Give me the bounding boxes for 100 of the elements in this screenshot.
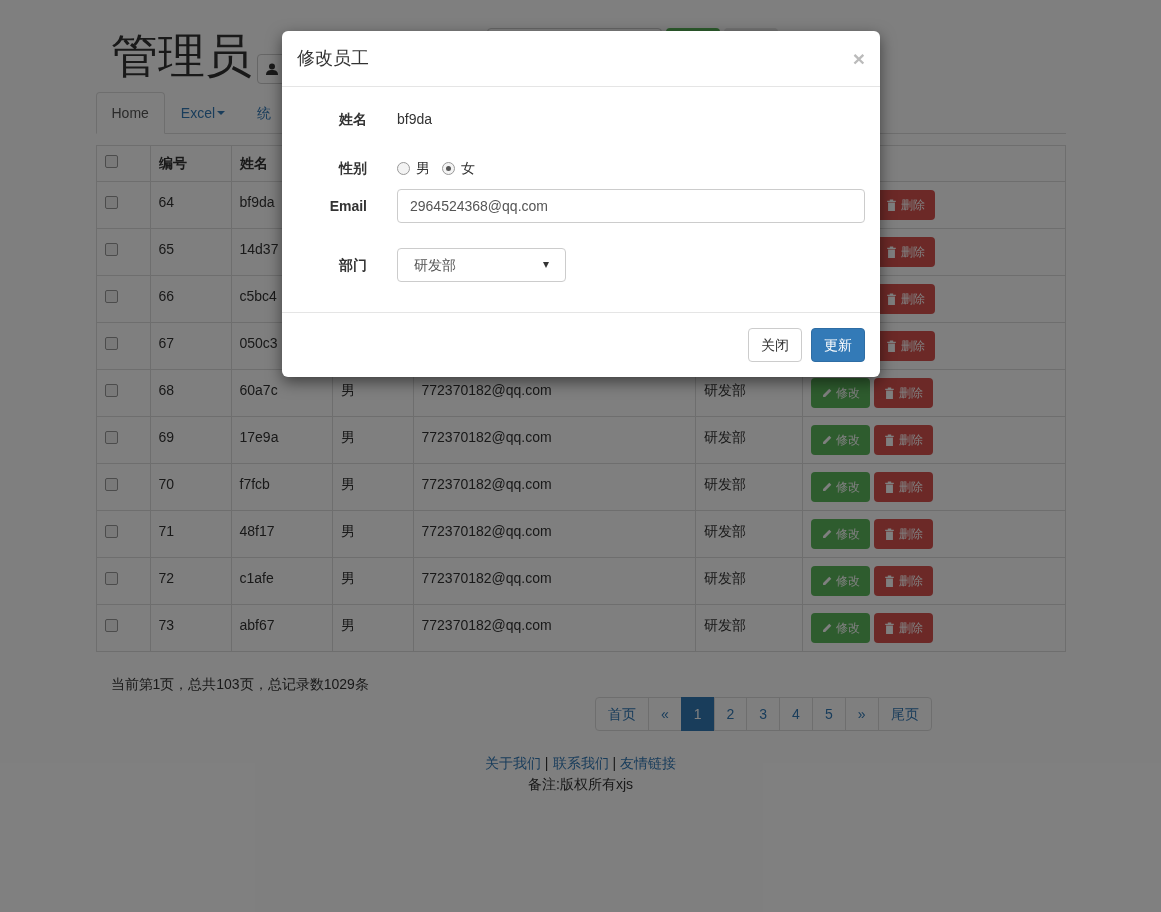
page-link[interactable]: 3 — [746, 697, 781, 731]
delete-button[interactable]: 删除 — [873, 613, 933, 643]
row-checkbox[interactable] — [104, 337, 118, 350]
table-cell: 69 — [158, 429, 175, 445]
name-value: bf9da — [396, 109, 433, 129]
table-cell: 67 — [158, 335, 175, 351]
separator: | — [612, 754, 617, 773]
table-cell: 男 — [340, 570, 355, 586]
row-checkbox[interactable] — [104, 619, 118, 632]
footer-link[interactable]: 关于我们 — [484, 753, 541, 774]
trash-icon — [885, 293, 897, 305]
table-cell: 研发部 — [703, 476, 746, 492]
nav-tab[interactable]: Excel — [164, 92, 242, 134]
user-icon — [265, 63, 278, 75]
edit-button[interactable]: 修改 — [810, 566, 870, 596]
footer-link[interactable]: 联系我们 — [552, 753, 609, 774]
pencil-icon — [820, 434, 832, 446]
trash-icon — [883, 528, 895, 540]
row-checkbox[interactable] — [104, 384, 118, 397]
table-cell: 68 — [158, 382, 175, 398]
trash-icon — [883, 434, 895, 446]
delete-button[interactable]: 删除 — [873, 566, 933, 596]
gender-radio[interactable]: 男 — [397, 157, 430, 179]
page-info: 当前第1页，总共103页，总记录数1029条 — [110, 675, 370, 694]
table-cell: f7fcb — [239, 476, 270, 492]
edit-button[interactable]: 修改 — [810, 425, 870, 455]
field-label: 姓名 — [338, 109, 368, 129]
table-cell: 研发部 — [703, 523, 746, 539]
table-cell: 73 — [158, 617, 175, 633]
table-cell: 17e9a — [239, 429, 279, 445]
nav-tab[interactable]: 统 — [241, 92, 288, 134]
table-cell: 男 — [340, 523, 355, 539]
gender-radio[interactable]: 女 — [442, 157, 475, 179]
delete-button[interactable]: 删除 — [873, 425, 933, 455]
page-link[interactable]: 5 — [811, 697, 846, 731]
row-checkbox[interactable] — [104, 525, 118, 538]
edit-button[interactable]: 修改 — [810, 519, 870, 549]
row-checkbox[interactable] — [104, 243, 118, 256]
close-dialog-button[interactable]: 关闭 — [748, 328, 802, 362]
page-link[interactable]: 1 — [680, 697, 715, 731]
page-title: 管理员 — [110, 28, 252, 84]
table-cell: 14d37 — [239, 241, 279, 257]
table-cell: 男 — [340, 617, 355, 633]
update-button[interactable]: 更新 — [811, 328, 865, 362]
pencil-icon — [820, 387, 832, 399]
page-link[interactable]: 2 — [713, 697, 748, 731]
table-cell: 研发部 — [703, 617, 746, 633]
table-cell: c5bc4 — [239, 288, 277, 304]
table-cell: 男 — [340, 382, 355, 398]
table-cell: 65 — [158, 241, 175, 257]
table-cell: 772370182@qq.com — [421, 570, 552, 586]
edit-button[interactable]: 修改 — [810, 378, 870, 408]
copyright-note: 备注:版权所有xjs — [528, 775, 633, 794]
delete-button[interactable]: 删除 — [873, 378, 933, 408]
page-link[interactable]: » — [844, 697, 879, 731]
table-cell: 66 — [158, 288, 175, 304]
table-cell: 772370182@qq.com — [421, 523, 552, 539]
table-cell: 男 — [340, 476, 355, 492]
table-cell: 男 — [340, 429, 355, 445]
row-checkbox[interactable] — [104, 572, 118, 585]
page-link[interactable]: 尾页 — [877, 697, 932, 731]
department-select[interactable]: 研发部 — [397, 248, 566, 282]
pencil-icon — [820, 528, 832, 540]
nav-tab[interactable]: Home — [95, 92, 165, 134]
delete-button[interactable]: 删除 — [873, 519, 933, 549]
footer-link[interactable]: 友情链接 — [620, 753, 677, 774]
trash-icon — [883, 387, 895, 399]
page-link[interactable]: « — [647, 697, 682, 731]
row-checkbox[interactable] — [104, 290, 118, 303]
trash-icon — [885, 246, 897, 258]
row-checkbox[interactable] — [104, 155, 118, 168]
trash-icon — [883, 622, 895, 634]
delete-button[interactable]: 删除 — [873, 472, 933, 502]
trash-icon — [885, 340, 897, 352]
pencil-icon — [820, 575, 832, 587]
page-link[interactable]: 首页 — [594, 697, 649, 731]
table-cell: 研发部 — [703, 570, 746, 586]
pencil-icon — [820, 481, 832, 493]
row-checkbox[interactable] — [104, 431, 118, 444]
caret-icon — [543, 262, 549, 268]
page-link[interactable]: 4 — [779, 697, 813, 731]
table-cell: c1afe — [239, 570, 274, 586]
separator: | — [544, 754, 549, 773]
email-field[interactable]: 2964524368@qq.com — [397, 189, 865, 223]
edit-button[interactable]: 修改 — [810, 472, 870, 502]
dialog-title: 修改员工 — [297, 47, 369, 70]
table-cell: 72 — [158, 570, 175, 586]
table-cell: abf67 — [239, 617, 275, 633]
row-checkbox[interactable] — [104, 196, 118, 209]
trash-icon — [883, 481, 895, 493]
table-cell: 48f17 — [239, 523, 275, 539]
table-cell: 71 — [158, 523, 175, 539]
close-button[interactable]: × — [852, 48, 865, 69]
edit-button[interactable]: 修改 — [810, 613, 870, 643]
table-cell: 772370182@qq.com — [421, 429, 552, 445]
table-cell: 772370182@qq.com — [421, 617, 552, 633]
trash-icon — [885, 199, 897, 211]
field-label: 性别 — [337, 158, 368, 178]
table-cell: 60a7c — [239, 382, 278, 398]
row-checkbox[interactable] — [104, 478, 118, 491]
